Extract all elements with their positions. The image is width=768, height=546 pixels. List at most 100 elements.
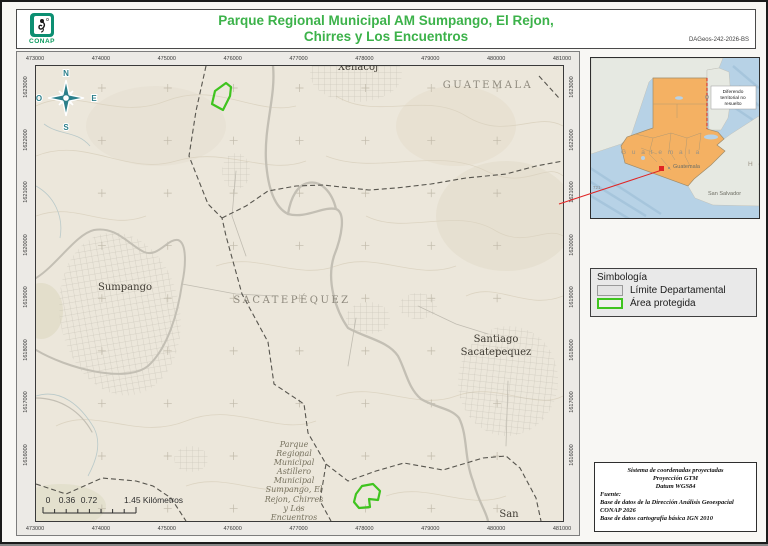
inset-lake-izabal	[704, 135, 718, 140]
conap-logo-text: CONAP	[25, 38, 59, 45]
inset-san-salvador-label: San Salvador	[708, 191, 741, 197]
coordinate-tick: 1622000	[569, 129, 575, 150]
credits-source-1: Base de datos de la Dirección Análisis G…	[600, 499, 751, 507]
coordinate-tick: 473000	[26, 56, 44, 62]
compass-west-label: O	[36, 94, 42, 103]
coordinate-tick: 1619000	[23, 287, 29, 308]
compass-south-label: S	[63, 123, 69, 132]
inset-honduras-label: H o	[748, 161, 759, 168]
label-san-bartolome-line1: San	[499, 509, 519, 520]
coordinate-tick: 1623000	[23, 76, 29, 97]
svg-text:0.36: 0.36	[59, 495, 76, 505]
svg-text:Rejon, Chirres: Rejon, Chirres	[264, 495, 324, 504]
svg-text:1.45 Kilómetros: 1.45 Kilómetros	[124, 495, 183, 505]
bottom-coordinate-strip: 4730004740004750004760004770004780004790…	[35, 522, 562, 536]
credits-fuente: Fuente:	[600, 491, 751, 499]
svg-text:Encuentros: Encuentros	[270, 513, 317, 521]
coordinate-tick: 1617000	[569, 392, 575, 413]
legend-item-label: Área protegida	[630, 298, 696, 309]
coordinate-tick: 1618000	[569, 339, 575, 360]
credits-source-2: CONAP 2026	[600, 507, 751, 515]
coordinate-tick: 476000	[223, 526, 241, 532]
inset-misc-label: 721	[593, 185, 601, 190]
header: CONAP Parque Regional Municipal AM Sumpa…	[16, 9, 756, 49]
coordinate-tick: 474000	[92, 56, 110, 62]
map-frame: 473000 474000 475000 476000 477000 478000 4790…	[16, 51, 580, 536]
conap-logo-box	[30, 13, 54, 37]
quetzal-icon	[34, 16, 51, 34]
coordinate-tick: 474000	[92, 526, 110, 532]
label-sumpango: Sumpango	[98, 282, 152, 293]
svg-text:Parque: Parque	[279, 440, 309, 449]
svg-text:Municipal: Municipal	[273, 476, 315, 485]
legend: Simbología Límite Departamental Área pro…	[590, 268, 757, 317]
inset-country-label: G u a t e m a l a	[621, 149, 701, 156]
svg-text:Astillero: Astillero	[276, 467, 311, 476]
coordinate-tick: 478000	[355, 56, 373, 62]
coordinate-tick: 481000	[553, 526, 571, 532]
conap-logo: CONAP	[25, 13, 59, 47]
page-title: Parque Regional Municipal AM Sumpango, E…	[137, 13, 635, 45]
svg-text:0: 0	[46, 495, 51, 505]
top-coordinate-strip: 4730004740004750004760004770004780004790…	[35, 52, 562, 65]
coordinate-tick: 477000	[289, 526, 307, 532]
credits-box: Sistema de coordenadas proyectadas Proye…	[594, 462, 757, 532]
legend-item-limite-departamental: Límite Departamental	[597, 285, 750, 296]
protected-area-polygon-north	[212, 83, 231, 110]
coordinate-tick: 1623000	[569, 76, 575, 97]
inset-city-label: Guatemala	[673, 164, 701, 170]
label-sacatepequez-dept: SACATEPÉQUEZ	[233, 294, 350, 306]
coordinate-tick: 1622000	[23, 129, 29, 150]
credits-projection: Proyección GTM	[600, 475, 751, 483]
legend-item-label: Límite Departamental	[630, 285, 726, 296]
coordinate-tick: 1619000	[569, 287, 575, 308]
legend-item-area-protegida: Área protegida	[597, 298, 750, 309]
map-sheet: CONAP Parque Regional Municipal AM Sumpa…	[0, 0, 768, 544]
coordinate-tick: 478000	[355, 526, 373, 532]
coordinate-tick: 1620000	[23, 234, 29, 255]
inset-map[interactable]: Diferendo territorial no resuelto G u a …	[590, 57, 760, 219]
coordinate-tick: 479000	[421, 56, 439, 62]
compass-east-label: E	[91, 94, 97, 103]
label-santiago-line2: Sacatepequez	[461, 347, 532, 358]
page-title-line1: Parque Regional Municipal AM Sumpango, E…	[137, 13, 635, 29]
coordinate-tick: 481000	[553, 56, 571, 62]
compass-north-label: N	[63, 69, 69, 78]
inset-lake-peten	[675, 96, 683, 100]
svg-text:0.72: 0.72	[81, 495, 98, 505]
svg-text:Diferendo: Diferendo	[723, 89, 744, 95]
svg-text:Regional: Regional	[275, 449, 312, 458]
main-map[interactable]: Xenacoj GUATEMALA Sumpango SACATEPÉQUEZ …	[35, 65, 564, 522]
coordinate-tick: 475000	[158, 56, 176, 62]
svg-text:resuelto: resuelto	[724, 101, 741, 107]
coordinate-tick: 479000	[421, 526, 439, 532]
coordinate-tick: 475000	[158, 526, 176, 532]
coordinate-tick: 473000	[26, 526, 44, 532]
coordinate-tick: 477000	[289, 56, 307, 62]
document-code: DAGeos-242-2026-BS	[689, 37, 749, 43]
legend-title: Simbología	[597, 272, 750, 283]
right-coordinate-strip: 1623000162200016210001620000161900016180…	[565, 87, 579, 455]
label-guatemala-dept: GUATEMALA	[443, 80, 534, 91]
coordinate-tick: 480000	[487, 56, 505, 62]
coordinate-tick: 1616000	[23, 444, 29, 465]
coordinate-tick: 480000	[487, 526, 505, 532]
coordinate-tick: 1621000	[569, 181, 575, 202]
coordinate-tick: 1617000	[23, 392, 29, 413]
limite-departamental-swatch	[597, 285, 623, 296]
coordinate-tick: 1621000	[23, 181, 29, 202]
credits-source-3: Base de datos cartografía básica IGN 201…	[600, 515, 751, 523]
svg-text:Sumpango, El: Sumpango, El	[266, 485, 323, 494]
credits-datum: Datum WGS84	[600, 483, 751, 491]
label-santiago-line1: Santiago	[474, 334, 519, 345]
coordinate-tick: 1620000	[569, 234, 575, 255]
area-protegida-swatch	[597, 298, 623, 309]
svg-text:Municipal: Municipal	[273, 458, 315, 467]
inset-lake-atitlan	[641, 156, 645, 160]
label-xenacoj: Xenacoj	[338, 66, 378, 73]
coordinate-tick: 476000	[223, 56, 241, 62]
coordinate-tick: 1618000	[23, 339, 29, 360]
coordinate-tick: 1616000	[569, 444, 575, 465]
left-coordinate-strip: 1623000162200016210001620000161900016180…	[19, 87, 33, 455]
svg-text:y Los: y Los	[282, 504, 304, 513]
